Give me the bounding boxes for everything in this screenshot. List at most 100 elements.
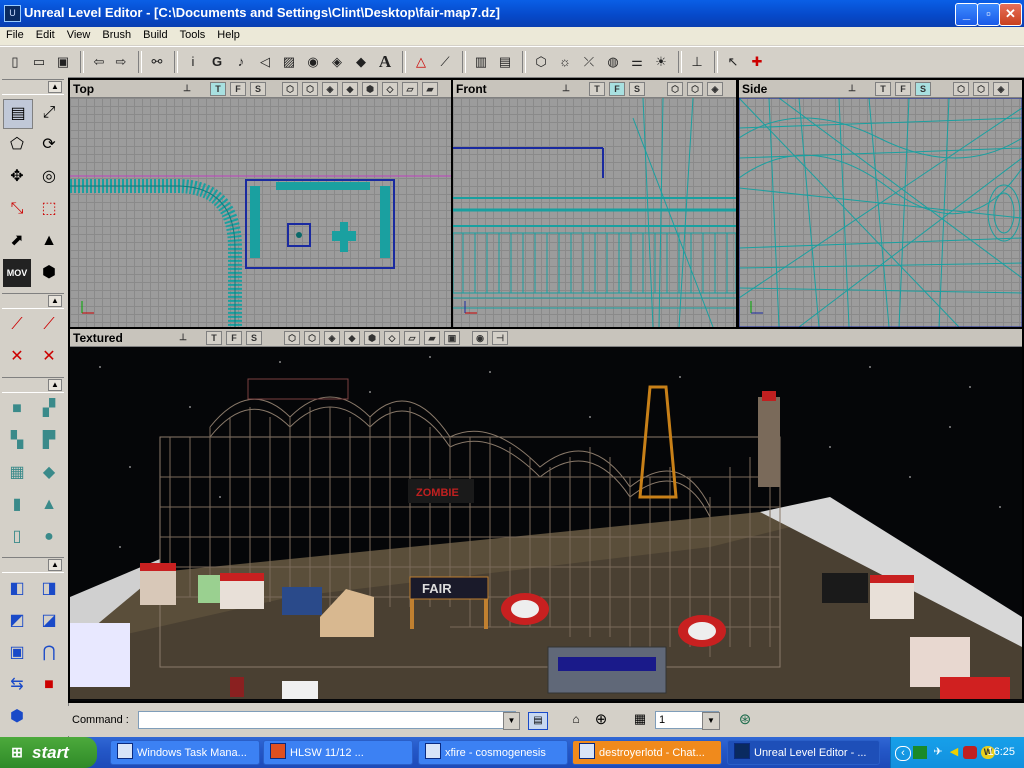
palette-group-header[interactable]: ▲ [2,557,64,573]
brush-clip-tool[interactable]: ⬠ [3,131,31,159]
cylinder-brush-icon[interactable]: ▮ [3,491,31,519]
viewport-textured[interactable]: Textured ⊥ T F S ⬡ ⬡ ◈ ◆ ⬢ ◇ ▱ ▰ ▣ ◉ ⊣ F… [68,327,1024,703]
texture-mode-icon[interactable]: ◈ [707,82,723,96]
clip-delete-tool[interactable]: ✕ [35,343,63,371]
task-chat[interactable]: destroyerlotd - Chat... [572,740,722,765]
clip-segment-tool[interactable]: ⟋ [3,311,31,339]
wireframe-mode-icon[interactable]: ⬡ [282,82,298,96]
viewport-front-button[interactable]: F [895,82,911,96]
mesh-icon[interactable]: ◈ [326,51,348,73]
context-help-icon[interactable]: ✚ [746,51,768,73]
group-icon[interactable]: G [206,51,228,73]
viewport-side-button[interactable]: S [250,82,266,96]
cube-brush-icon[interactable]: ■ [3,395,31,423]
overlay-mode-icon[interactable]: ▣ [444,331,460,345]
palette-group-header[interactable]: ▲ [2,377,64,393]
viewport-side-button[interactable]: S [915,82,931,96]
command-log-icon[interactable]: ▤ [528,712,548,730]
collapse-icon[interactable]: ▲ [48,81,62,93]
eye-icon[interactable]: ◉ [472,331,488,345]
menu-tools[interactable]: Tools [174,27,212,41]
brush-mode-icon[interactable]: ▱ [402,82,418,96]
camera-move-tool[interactable]: ▤ [3,99,33,129]
speaker-icon[interactable]: ◀ [947,746,961,759]
sound-icon[interactable]: ◁ [254,51,276,73]
pin-icon[interactable]: ⊥ [686,51,708,73]
lighting-mode-icon[interactable]: ◆ [344,331,360,345]
menu-brush[interactable]: Brush [96,27,137,41]
depth-mode-icon[interactable]: ▰ [422,82,438,96]
dynamic-light-icon[interactable]: ⬢ [362,82,378,96]
menu-file[interactable]: File [0,27,30,41]
add-antiportal-icon[interactable]: ■ [35,671,63,699]
spiral-stairs-icon[interactable]: ▛ [35,427,63,455]
add-mover-icon[interactable]: ▣ [3,639,31,667]
tray-expand-icon[interactable]: ‹ [895,746,911,761]
viewport-top[interactable]: Top ⊥ T F S ⬡ ⬡ ◈ ◆ ⬢ ◇ ▱ ▰ [68,78,453,329]
lock-icon[interactable]: ⌂ [568,712,584,728]
viewport-pin-icon[interactable]: ⊥ [176,331,190,343]
find-icon[interactable]: ⚯ [146,51,168,73]
palette-group-header[interactable]: ▲ [2,79,64,95]
command-dropdown-icon[interactable]: ▼ [503,712,520,730]
hlsw-tray-icon[interactable] [963,746,977,759]
vertex-edit-tool[interactable]: ⤢ [35,99,63,127]
cube-tool[interactable]: ⬢ [35,259,63,287]
network-icon[interactable] [913,746,927,759]
clip-flip-tool[interactable]: ✕ [3,343,31,371]
menu-view[interactable]: View [61,27,97,41]
save-icon[interactable]: ▣ [52,51,74,73]
actor-icon[interactable]: ◆ [350,51,372,73]
light-icon[interactable]: ⬡ [530,51,552,73]
curved-stairs-icon[interactable]: ▚ [3,427,31,455]
texture-mode-icon[interactable]: ◈ [324,331,340,345]
viewport-pin-icon[interactable]: ⊥ [845,82,859,94]
scale-tool[interactable]: ◎ [35,163,63,191]
viewport-front[interactable]: Front ⊥ T F S ⬡ ⬡ ◈ [451,78,738,329]
close-button[interactable]: ✕ [999,3,1022,26]
open-file-icon[interactable]: ▭ [28,51,50,73]
menu-build[interactable]: Build [137,27,173,41]
music-icon[interactable]: ♪ [230,51,252,73]
zone-mode-icon[interactable]: ⬡ [302,82,318,96]
xfire-tray-icon[interactable]: ✈ [931,746,945,759]
rotation-grid-icon[interactable]: ⊛ [736,710,754,728]
zone-mode-icon[interactable]: ⬡ [973,82,989,96]
task-xfire[interactable]: xfire - cosmogenesis [418,740,568,765]
sheet-brush-icon[interactable]: ◆ [35,459,63,487]
texture-icon[interactable]: ▨ [278,51,300,73]
viewport-top-button[interactable]: T [875,82,891,96]
viewport-top-button[interactable]: T [206,331,222,345]
unlit-mode-icon[interactable]: ◇ [384,331,400,345]
viewport-side-button[interactable]: S [629,82,645,96]
collapse-icon[interactable]: ▲ [48,559,62,571]
stretch-tool[interactable]: ⬈ [3,227,31,255]
volumetric-brush-icon[interactable]: ▯ [3,523,31,551]
clip-split-tool[interactable]: ⟋ [35,311,63,339]
palette-group-header[interactable]: ▲ [2,293,64,309]
font-icon[interactable]: A [374,51,396,73]
depth-mode-icon[interactable]: ▰ [424,331,440,345]
intersect-brush-icon[interactable]: ◩ [3,607,31,635]
maximize-button[interactable]: ▫ [977,3,1000,26]
redo-icon[interactable]: ⇨ [110,51,132,73]
sphere-brush-icon[interactable]: ● [35,523,63,551]
minimize-button[interactable]: _ [955,3,978,26]
menu-help[interactable]: Help [211,27,246,41]
add-brush-icon[interactable]: ◧ [3,575,31,603]
options-icon[interactable]: ◍ [602,51,624,73]
wireframe-mode-icon[interactable]: ⬡ [284,331,300,345]
texture-mode-icon[interactable]: ◈ [993,82,1009,96]
brush-mode-icon[interactable]: ▱ [404,331,420,345]
play-level-icon[interactable]: ▥ [470,51,492,73]
dynamic-light-icon[interactable]: ⬢ [364,331,380,345]
viewport-top-button[interactable]: T [589,82,605,96]
cone-brush-icon[interactable]: ▲ [35,491,63,519]
bulb-icon-2[interactable]: ☀ [650,51,672,73]
subtract-brush-icon[interactable]: ◨ [35,575,63,603]
path-icon[interactable]: ☼ [554,51,576,73]
bulb-icon[interactable]: ⚌ [626,51,648,73]
crosshair-icon[interactable]: ⊕ [592,710,610,728]
build-all-icon[interactable]: ▤ [494,51,516,73]
task-task-manager[interactable]: Windows Task Mana... [110,740,260,765]
